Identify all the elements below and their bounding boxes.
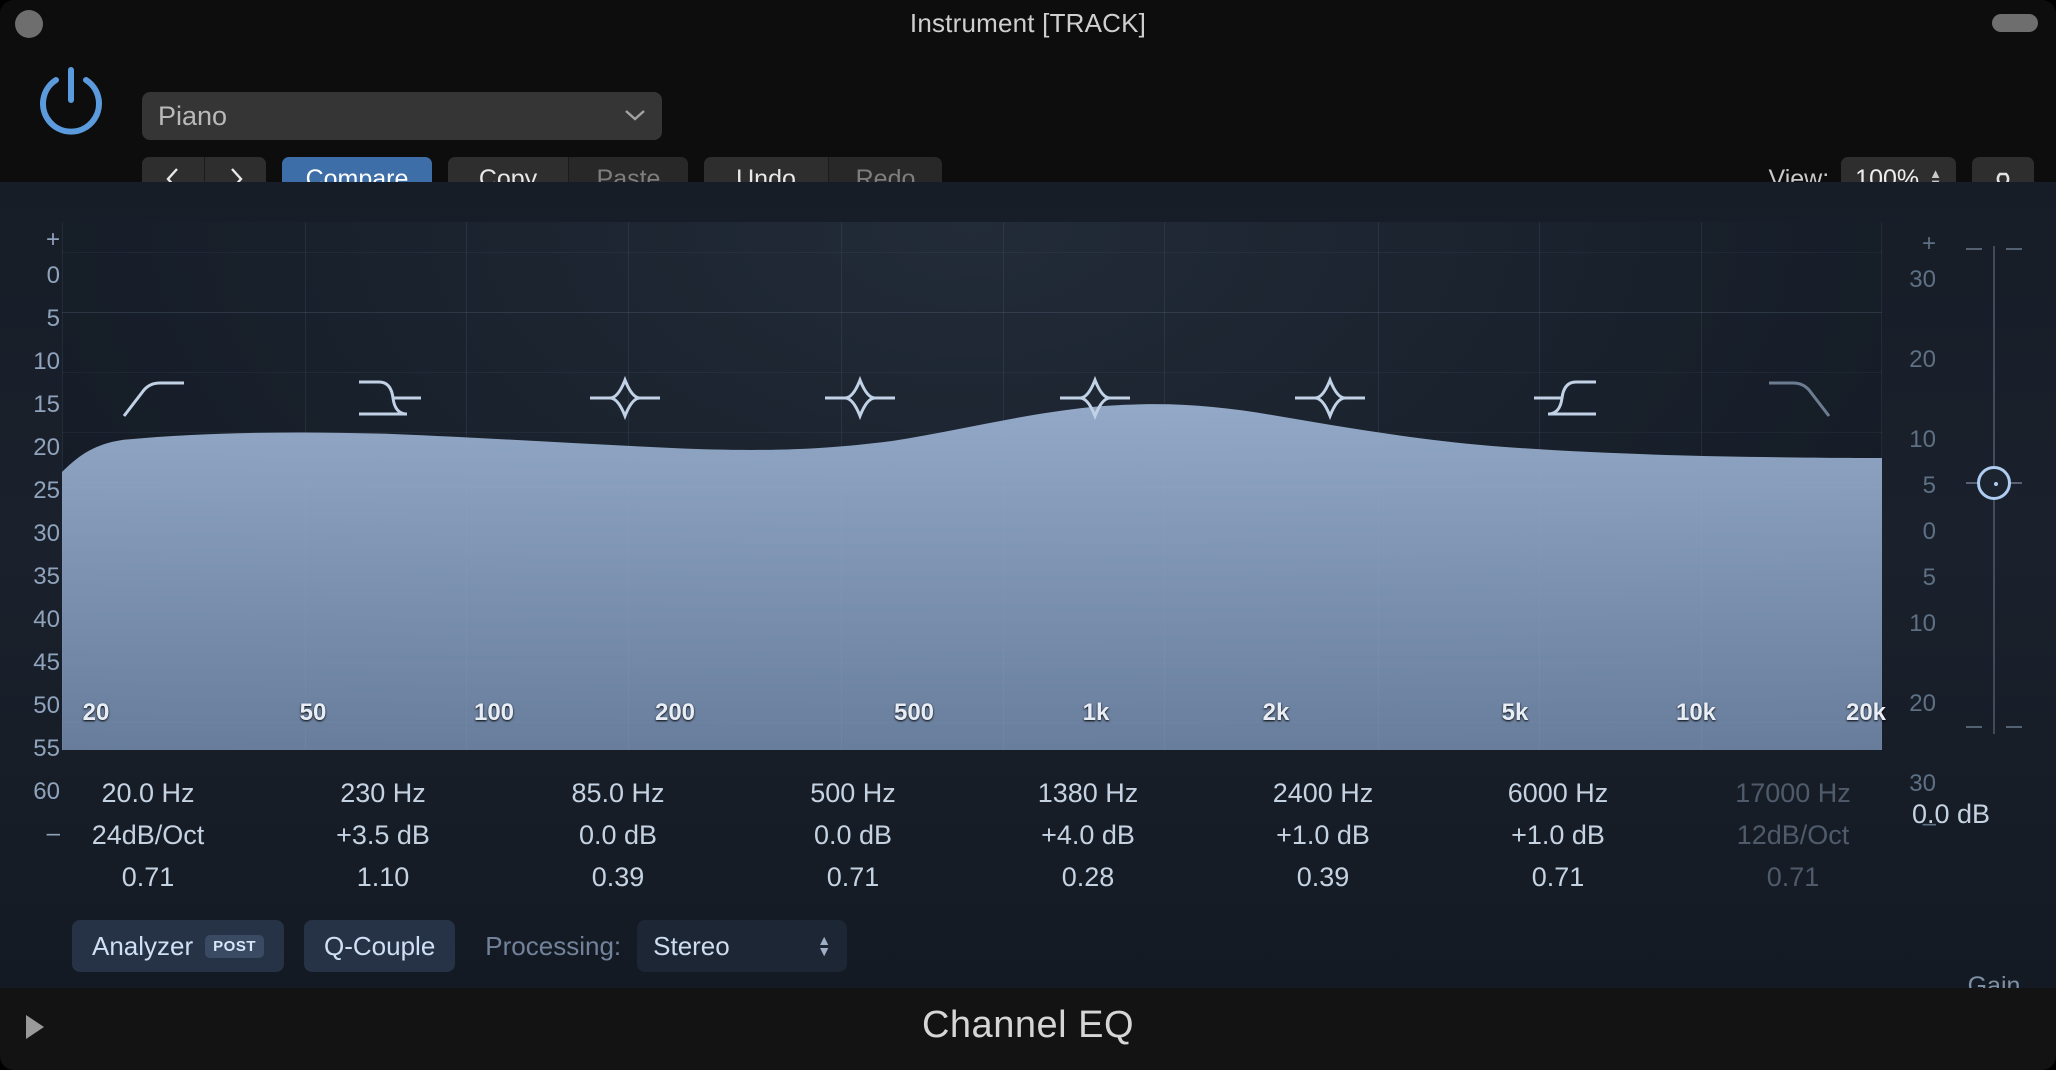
analyzer-button[interactable]: Analyzer POST [72, 920, 284, 972]
master-gain-readout: 0.0 dB [1856, 772, 2046, 856]
right-scale-tick: 5 [1922, 472, 1936, 499]
band-2-gain[interactable]: +3.5 dB [268, 814, 498, 856]
band-1-type-highpass-icon[interactable] [110, 368, 200, 428]
plugin-header: Piano Compare Copy Paste Undo Redo View:… [0, 40, 2056, 201]
band-2-params: 230 Hz +3.5 dB 1.10 [268, 772, 498, 898]
band-4-params: 500 Hz 0.0 dB 0.71 [738, 772, 968, 898]
master-gain-slider[interactable] [1954, 240, 2034, 740]
freq-tick-label: 200 [654, 699, 696, 726]
preset-dropdown[interactable]: Piano [142, 92, 662, 140]
left-scale-tick: 50 [33, 692, 60, 719]
left-scale-tick: 30 [33, 520, 60, 547]
left-scale-tick: 45 [33, 649, 60, 676]
plugin-name: Channel EQ [921, 1004, 1134, 1046]
left-scale-tick: + [45, 226, 60, 253]
freq-tick-label: 10k [1675, 699, 1717, 726]
band-1-params: 20.0 Hz 24dB/Oct 0.71 [33, 772, 263, 898]
right-scale-tick: 20 [1909, 690, 1936, 717]
band-2-type-low-shelf-icon[interactable] [345, 368, 435, 428]
left-scale-tick: 20 [33, 434, 60, 461]
band-1-q[interactable]: 0.71 [33, 856, 263, 898]
band-3-q[interactable]: 0.39 [503, 856, 733, 898]
window-title: Instrument [TRACK] [909, 8, 1147, 38]
chevron-down-icon [624, 105, 646, 128]
plugin-window: Instrument [TRACK] Piano Compare Copy Pa… [0, 0, 2056, 1070]
left-scale-tick: 25 [33, 477, 60, 504]
processing-dropdown[interactable]: Stereo ▲ ▼ [637, 920, 848, 972]
band-6-frequency[interactable]: 2400 Hz [1208, 772, 1438, 814]
master-gain-value[interactable]: 0.0 dB [1856, 772, 2046, 856]
band-5-frequency[interactable]: 1380 Hz [973, 772, 1203, 814]
band-3-type-bell-icon[interactable] [580, 368, 670, 428]
analyzer-mode-badge[interactable]: POST [205, 934, 264, 958]
q-couple-button[interactable]: Q-Couple [304, 920, 456, 972]
left-scale-tick: 10 [33, 348, 60, 375]
freq-tick-label: 500 [893, 699, 935, 726]
eq-panel: + 0 5 10 15 20 25 30 35 40 45 50 55 60 –… [0, 182, 2056, 1000]
band-5-type-bell-icon[interactable] [1050, 368, 1140, 428]
right-scale-tick: 5 [1922, 564, 1936, 591]
right-scale-tick: + [1921, 230, 1936, 257]
gain-slider-knob[interactable] [1977, 466, 2011, 500]
stepper-arrows-icon: ▲▼ [817, 932, 832, 959]
right-scale-tick: 10 [1909, 610, 1936, 637]
band-parameter-row: 20.0 Hz 24dB/Oct 0.71 230 Hz +3.5 dB 1.1… [0, 772, 2056, 902]
processing-label: Processing: [485, 930, 622, 961]
band-1-gain[interactable]: 24dB/Oct [33, 814, 263, 856]
power-icon[interactable] [32, 62, 110, 140]
left-scale-tick: 0 [46, 262, 60, 289]
analyzer-label: Analyzer [92, 930, 194, 961]
band-2-frequency[interactable]: 230 Hz [268, 772, 498, 814]
band-2-q[interactable]: 1.10 [268, 856, 498, 898]
band-1-frequency[interactable]: 20.0 Hz [33, 772, 263, 814]
band-5-gain[interactable]: +4.0 dB [973, 814, 1203, 856]
freq-tick-label: 5k [1501, 699, 1529, 726]
eq-graph[interactable] [62, 222, 1882, 750]
band-4-type-bell-icon[interactable] [815, 368, 905, 428]
band-3-gain[interactable]: 0.0 dB [503, 814, 733, 856]
band-6-params: 2400 Hz +1.0 dB 0.39 [1208, 772, 1438, 898]
band-8-type-lowpass-icon[interactable] [1755, 368, 1845, 428]
freq-tick-label: 20k [1845, 699, 1887, 726]
plugin-footer: Channel EQ [0, 988, 2056, 1070]
band-4-frequency[interactable]: 500 Hz [738, 772, 968, 814]
band-7-type-high-shelf-icon[interactable] [1520, 368, 1610, 428]
band-7-frequency[interactable]: 6000 Hz [1443, 772, 1673, 814]
right-scale-tick: 0 [1922, 518, 1936, 545]
band-4-gain[interactable]: 0.0 dB [738, 814, 968, 856]
band-8-q[interactable]: 0.71 [1678, 856, 1908, 898]
left-scale-tick: 15 [33, 391, 60, 418]
band-7-gain[interactable]: +1.0 dB [1443, 814, 1673, 856]
band-3-frequency[interactable]: 85.0 Hz [503, 772, 733, 814]
freq-tick-label: 20 [82, 699, 110, 726]
freq-tick-label: 2k [1262, 699, 1290, 726]
band-5-params: 1380 Hz +4.0 dB 0.28 [973, 772, 1203, 898]
band-3-params: 85.0 Hz 0.0 dB 0.39 [503, 772, 733, 898]
eq-bottom-bar: Analyzer POST Q-Couple Processing: Stere… [0, 902, 2056, 990]
band-7-params: 6000 Hz +1.0 dB 0.71 [1443, 772, 1673, 898]
left-scale-tick: 5 [46, 305, 60, 332]
band-5-q[interactable]: 0.28 [973, 856, 1203, 898]
preset-value: Piano [158, 100, 228, 131]
band-6-gain[interactable]: +1.0 dB [1208, 814, 1438, 856]
right-scale-tick: 30 [1909, 266, 1936, 293]
minimize-icon[interactable] [1992, 14, 2038, 32]
right-scale-tick: 10 [1909, 426, 1936, 453]
freq-tick-label: 50 [299, 699, 327, 726]
right-scale-tick: 20 [1909, 346, 1936, 373]
band-4-q[interactable]: 0.71 [738, 856, 968, 898]
band-6-q[interactable]: 0.39 [1208, 856, 1438, 898]
band-7-q[interactable]: 0.71 [1443, 856, 1673, 898]
processing-value: Stereo [653, 930, 730, 961]
band-6-type-bell-icon[interactable] [1285, 368, 1375, 428]
left-scale-tick: 35 [33, 563, 60, 590]
left-scale-tick: 55 [33, 735, 60, 762]
left-scale-tick: 40 [33, 606, 60, 633]
freq-tick-label: 100 [473, 699, 515, 726]
freq-tick-label: 1k [1082, 699, 1110, 726]
